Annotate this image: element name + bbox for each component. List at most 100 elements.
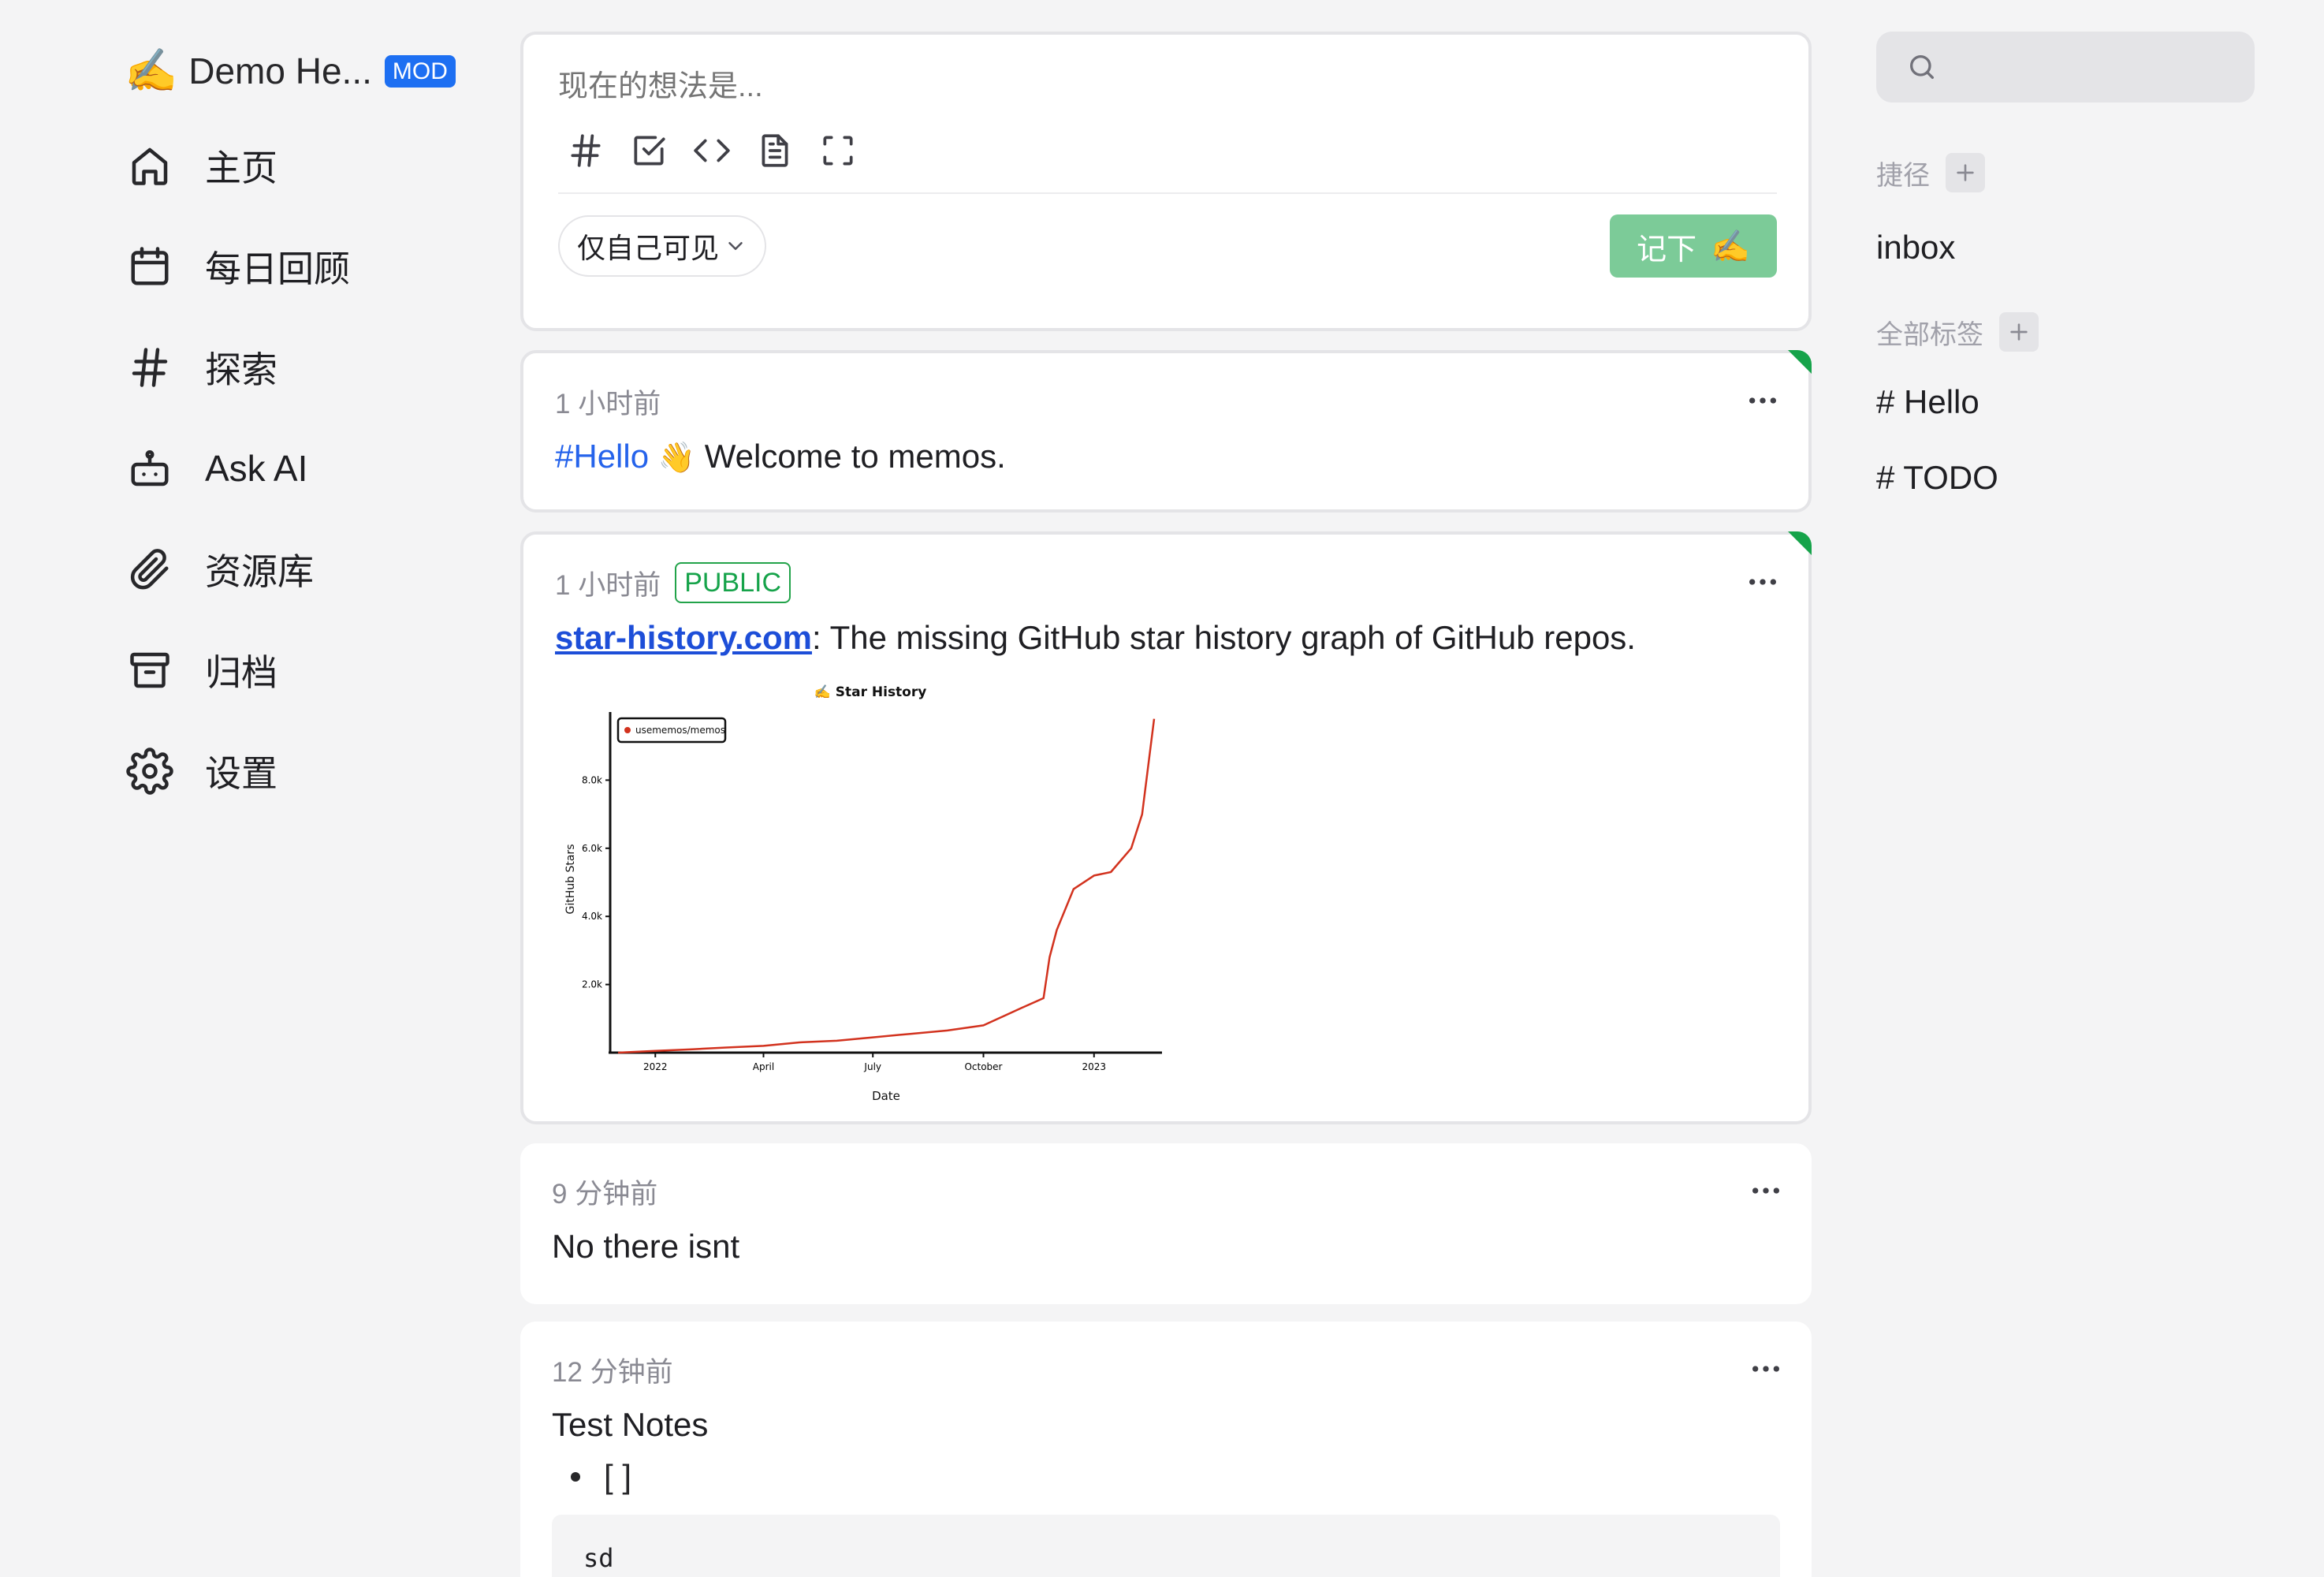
star-history-chart: ✍️ Star History 2.0k 4.0k 6.0k 8.0k 2022 Apr…: [555, 673, 1186, 1116]
memo-text: Test Notes: [552, 1406, 709, 1443]
more-options-icon[interactable]: [1747, 574, 1778, 590]
memo-content-input[interactable]: [558, 63, 1777, 110]
chart-legend: usememos/memos: [616, 717, 727, 744]
main-nav: 主页 每日回顾 探索 Ask AI 资源库 归档 设置: [118, 115, 481, 822]
visibility-select[interactable]: 仅自己可见: [558, 215, 767, 277]
tags-header: 全部标签: [1876, 312, 2255, 352]
shortcuts-title: 捷径: [1876, 160, 1930, 191]
memo-content: #Hello 👋 Welcome to memos.: [555, 434, 1777, 480]
memo-content: star-history.com: The missing GitHub sta…: [555, 615, 1777, 662]
x-tick-label: April: [753, 1061, 774, 1072]
save-memo-label: 记下: [1637, 233, 1697, 267]
search-icon: [1910, 55, 1934, 80]
workspace-brand[interactable]: ✍️ Demo He... MOD: [118, 32, 481, 110]
editor-toolbar: [558, 131, 1777, 170]
memo-card: 1 小时前 #Hello 👋 Welcome to memos.: [520, 350, 1812, 513]
editor-divider: [558, 192, 1777, 194]
search-box[interactable]: [1876, 32, 2255, 103]
memo-header: 12 分钟前: [552, 1348, 1780, 1391]
file-icon[interactable]: [755, 131, 795, 170]
x-tick-label: October: [964, 1061, 1002, 1072]
memo-header: 1 小时前: [555, 380, 1777, 423]
fullscreen-icon[interactable]: [818, 131, 858, 170]
pinned-indicator: [1788, 531, 1812, 555]
memo-text: No there isnt: [552, 1228, 740, 1265]
legend-marker: [624, 726, 631, 733]
tags-title: 全部标签: [1876, 319, 1983, 350]
checkbox-icon[interactable]: [629, 131, 669, 170]
nav-item-daily-review[interactable]: 每日回顾: [118, 216, 481, 317]
hash-icon[interactable]: [566, 131, 605, 170]
plus-icon: [2010, 323, 2028, 341]
code-icon[interactable]: [692, 131, 732, 170]
x-tick-label: July: [863, 1061, 881, 1072]
memo-header: 9 分钟前: [552, 1170, 1780, 1213]
tag-item-hello[interactable]: # Hello: [1876, 383, 2255, 421]
x-axis-label: Date: [872, 1089, 900, 1103]
paperclip-icon: [130, 549, 169, 590]
more-options-icon[interactable]: [1750, 1183, 1782, 1199]
save-memo-button[interactable]: 记下 ✍️: [1610, 214, 1777, 278]
plus-icon: [1957, 164, 1974, 181]
visibility-value: 仅自己可见: [577, 232, 720, 264]
y-tick-label: 4.0k: [582, 911, 602, 922]
search-input[interactable]: [1953, 51, 2237, 83]
list-item: [ ]: [552, 1458, 1780, 1496]
nav-label: 探索: [205, 349, 277, 390]
chart-title: ✍️ Star History: [814, 684, 927, 700]
nav-label: Ask AI: [205, 448, 308, 489]
left-sidebar: ✍️ Demo He... MOD 主页 每日回顾 探索 Ask AI 资源库 …: [118, 32, 481, 822]
writing-hand-icon: ✍️: [1711, 229, 1750, 264]
x-tick-label: 2022: [643, 1061, 668, 1072]
nav-item-resources[interactable]: 资源库: [118, 519, 481, 620]
memo-card: 1 小时前 PUBLIC star-history.com: The missi…: [520, 531, 1812, 1124]
x-tick-label: 2023: [1082, 1061, 1106, 1072]
calendar-icon: [131, 247, 169, 285]
nav-label: 主页: [205, 147, 277, 188]
add-shortcut-button[interactable]: [1946, 153, 1985, 192]
nav-item-explore[interactable]: 探索: [118, 317, 481, 418]
right-sidebar: 捷径 inbox 全部标签 # Hello # TODO: [1876, 32, 2255, 497]
bot-icon: [131, 450, 169, 487]
shortcuts-header: 捷径: [1876, 153, 2255, 192]
nav-item-archive[interactable]: 归档: [118, 620, 481, 721]
pinned-indicator: [1788, 350, 1812, 374]
workspace-name: Demo He...: [188, 50, 372, 91]
memo-text: Welcome to memos.: [695, 438, 1006, 475]
list-item-text: [ ]: [604, 1457, 632, 1495]
memo-timestamp[interactable]: 12 分钟前: [552, 1350, 673, 1390]
memo-timestamp[interactable]: 1 小时前: [555, 563, 661, 603]
archive-icon: [130, 652, 169, 688]
tag-item-todo[interactable]: # TODO: [1876, 459, 2255, 497]
memo-timeline: 仅自己可见 记下 ✍️ 1 小时前 #Hello 👋 Welcome to me…: [520, 32, 1812, 1577]
y-tick-label: 6.0k: [582, 843, 602, 854]
more-options-icon[interactable]: [1747, 393, 1778, 408]
nav-item-home[interactable]: 主页: [118, 115, 481, 216]
nav-label: 每日回顾: [205, 248, 350, 289]
external-link[interactable]: star-history.com: [555, 619, 812, 656]
star-history-image[interactable]: ✍️ Star History 2.0k 4.0k 6.0k 8.0k 2022 Apr…: [555, 673, 1186, 1116]
nav-item-settings[interactable]: 设置: [118, 721, 481, 822]
visibility-badge: PUBLIC: [675, 561, 791, 604]
y-axis-label: GitHub Stars: [564, 844, 577, 914]
legend-label: usememos/memos: [635, 725, 725, 736]
memo-card: 9 分钟前 No there isnt: [520, 1143, 1812, 1304]
brand-emoji: ✍️: [125, 47, 178, 95]
waving-hand-emoji: 👋: [657, 442, 696, 475]
add-tag-button[interactable]: [1999, 312, 2039, 352]
memo-timestamp[interactable]: 1 小时前: [555, 382, 661, 422]
tag-link[interactable]: #Hello: [555, 438, 649, 475]
code-block: sd: [552, 1514, 1780, 1577]
nav-item-ask-ai[interactable]: Ask AI: [118, 418, 481, 519]
editor-footer: 仅自己可见 记下 ✍️: [558, 214, 1777, 278]
home-icon: [132, 147, 168, 185]
chevron-down-icon: [728, 242, 743, 250]
nav-label: 归档: [205, 652, 277, 693]
more-options-icon[interactable]: [1750, 1361, 1782, 1377]
list-bullet: [571, 1471, 580, 1482]
nav-label: 资源库: [205, 551, 314, 592]
shortcut-item-inbox[interactable]: inbox: [1876, 229, 2255, 267]
memo-card: 12 分钟前 Test Notes [ ] sd: [520, 1322, 1812, 1577]
memo-timestamp[interactable]: 9 分钟前: [552, 1172, 657, 1212]
memo-text: : The missing GitHub star history graph …: [811, 619, 1636, 656]
